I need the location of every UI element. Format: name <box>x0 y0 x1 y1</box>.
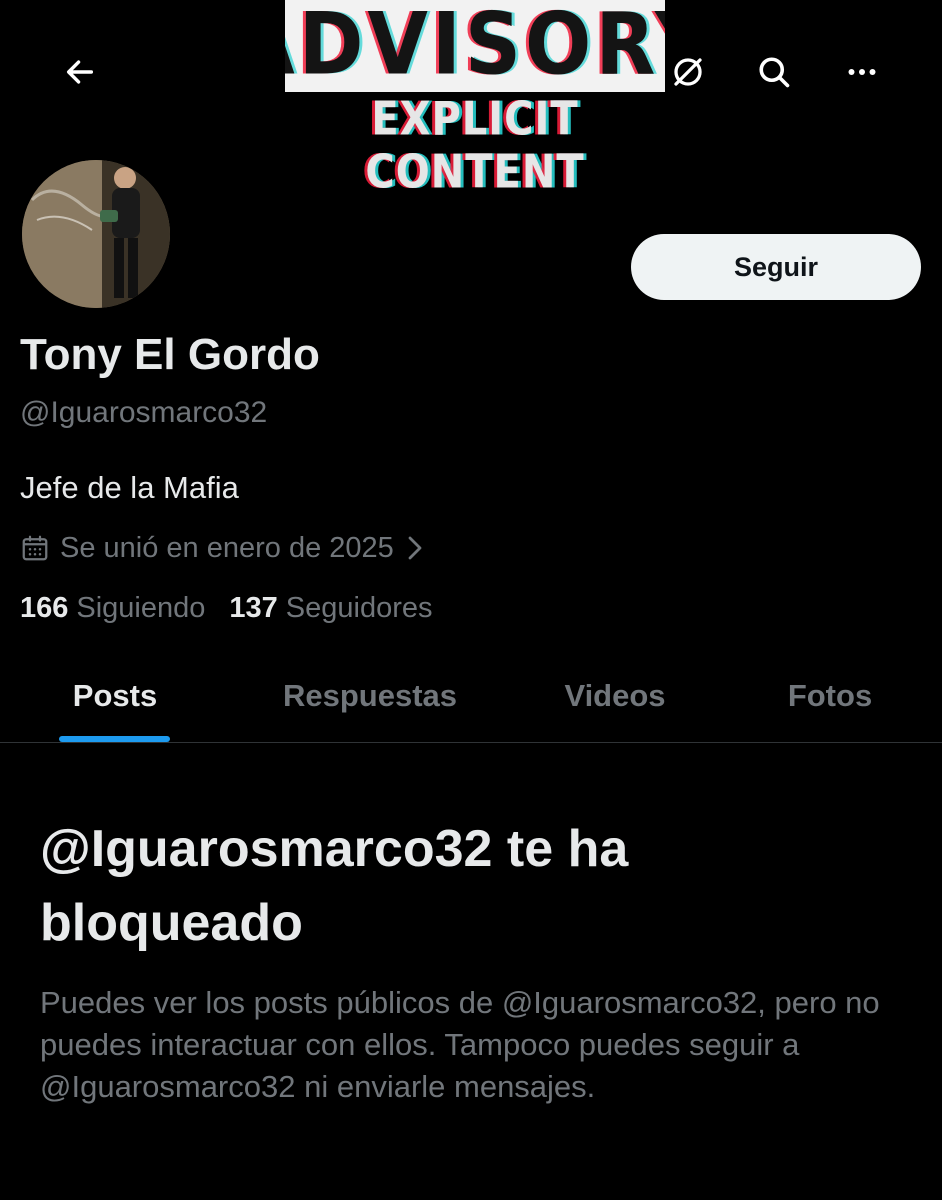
following-stat[interactable]: 166 Siguiendo <box>20 592 205 625</box>
following-label: Siguiendo <box>76 592 206 624</box>
user-handle: @Iguarosmarco32 <box>20 396 268 429</box>
avatar-photo <box>22 160 170 308</box>
blocked-title: @Iguarosmarco32 te ha bloqueado <box>40 820 629 952</box>
advisory-text: ADVISORY <box>285 0 665 92</box>
follow-stats: 166 Siguiendo 137 Seguidores <box>20 592 433 625</box>
display-name: Tony El Gordo <box>20 330 320 379</box>
calendar-icon <box>22 535 48 561</box>
search-button[interactable] <box>744 42 804 102</box>
join-date-row[interactable]: Se unió en enero de 2025 <box>20 528 426 568</box>
grok-button[interactable] <box>658 42 718 102</box>
following-count: 166 <box>20 592 69 624</box>
profile-tabs: Posts Respuestas Videos Fotos <box>0 650 942 743</box>
join-date-text: Se unió en enero de 2025 <box>60 531 394 564</box>
search-icon <box>759 57 790 88</box>
tab-posts[interactable]: Posts <box>20 650 210 742</box>
back-button[interactable] <box>50 42 110 102</box>
explicit-content-text: EXPLICIT CONTENT <box>365 93 585 199</box>
arrow-left-icon <box>66 60 94 84</box>
profile-bio: Jefe de la Mafia <box>20 470 239 505</box>
followers-stat[interactable]: 137 Seguidores <box>229 592 432 625</box>
follow-button[interactable]: Seguir <box>631 234 921 300</box>
grok-icon <box>674 58 702 86</box>
advisory-banner-image: ADVISORY <box>285 0 665 92</box>
more-button[interactable] <box>832 42 892 102</box>
blocked-message: Puedes ver los posts públicos de @Iguaro… <box>40 985 880 1104</box>
tab-fotos[interactable]: Fotos <box>740 650 920 742</box>
more-horizontal-icon <box>848 69 876 75</box>
active-tab-indicator <box>59 736 170 742</box>
tab-respuestas[interactable]: Respuestas <box>250 650 490 742</box>
tab-videos[interactable]: Videos <box>520 650 710 742</box>
followers-label: Seguidores <box>285 592 433 624</box>
followers-count: 137 <box>229 592 278 624</box>
profile-avatar[interactable] <box>20 158 172 310</box>
chevron-right-icon <box>408 536 422 560</box>
